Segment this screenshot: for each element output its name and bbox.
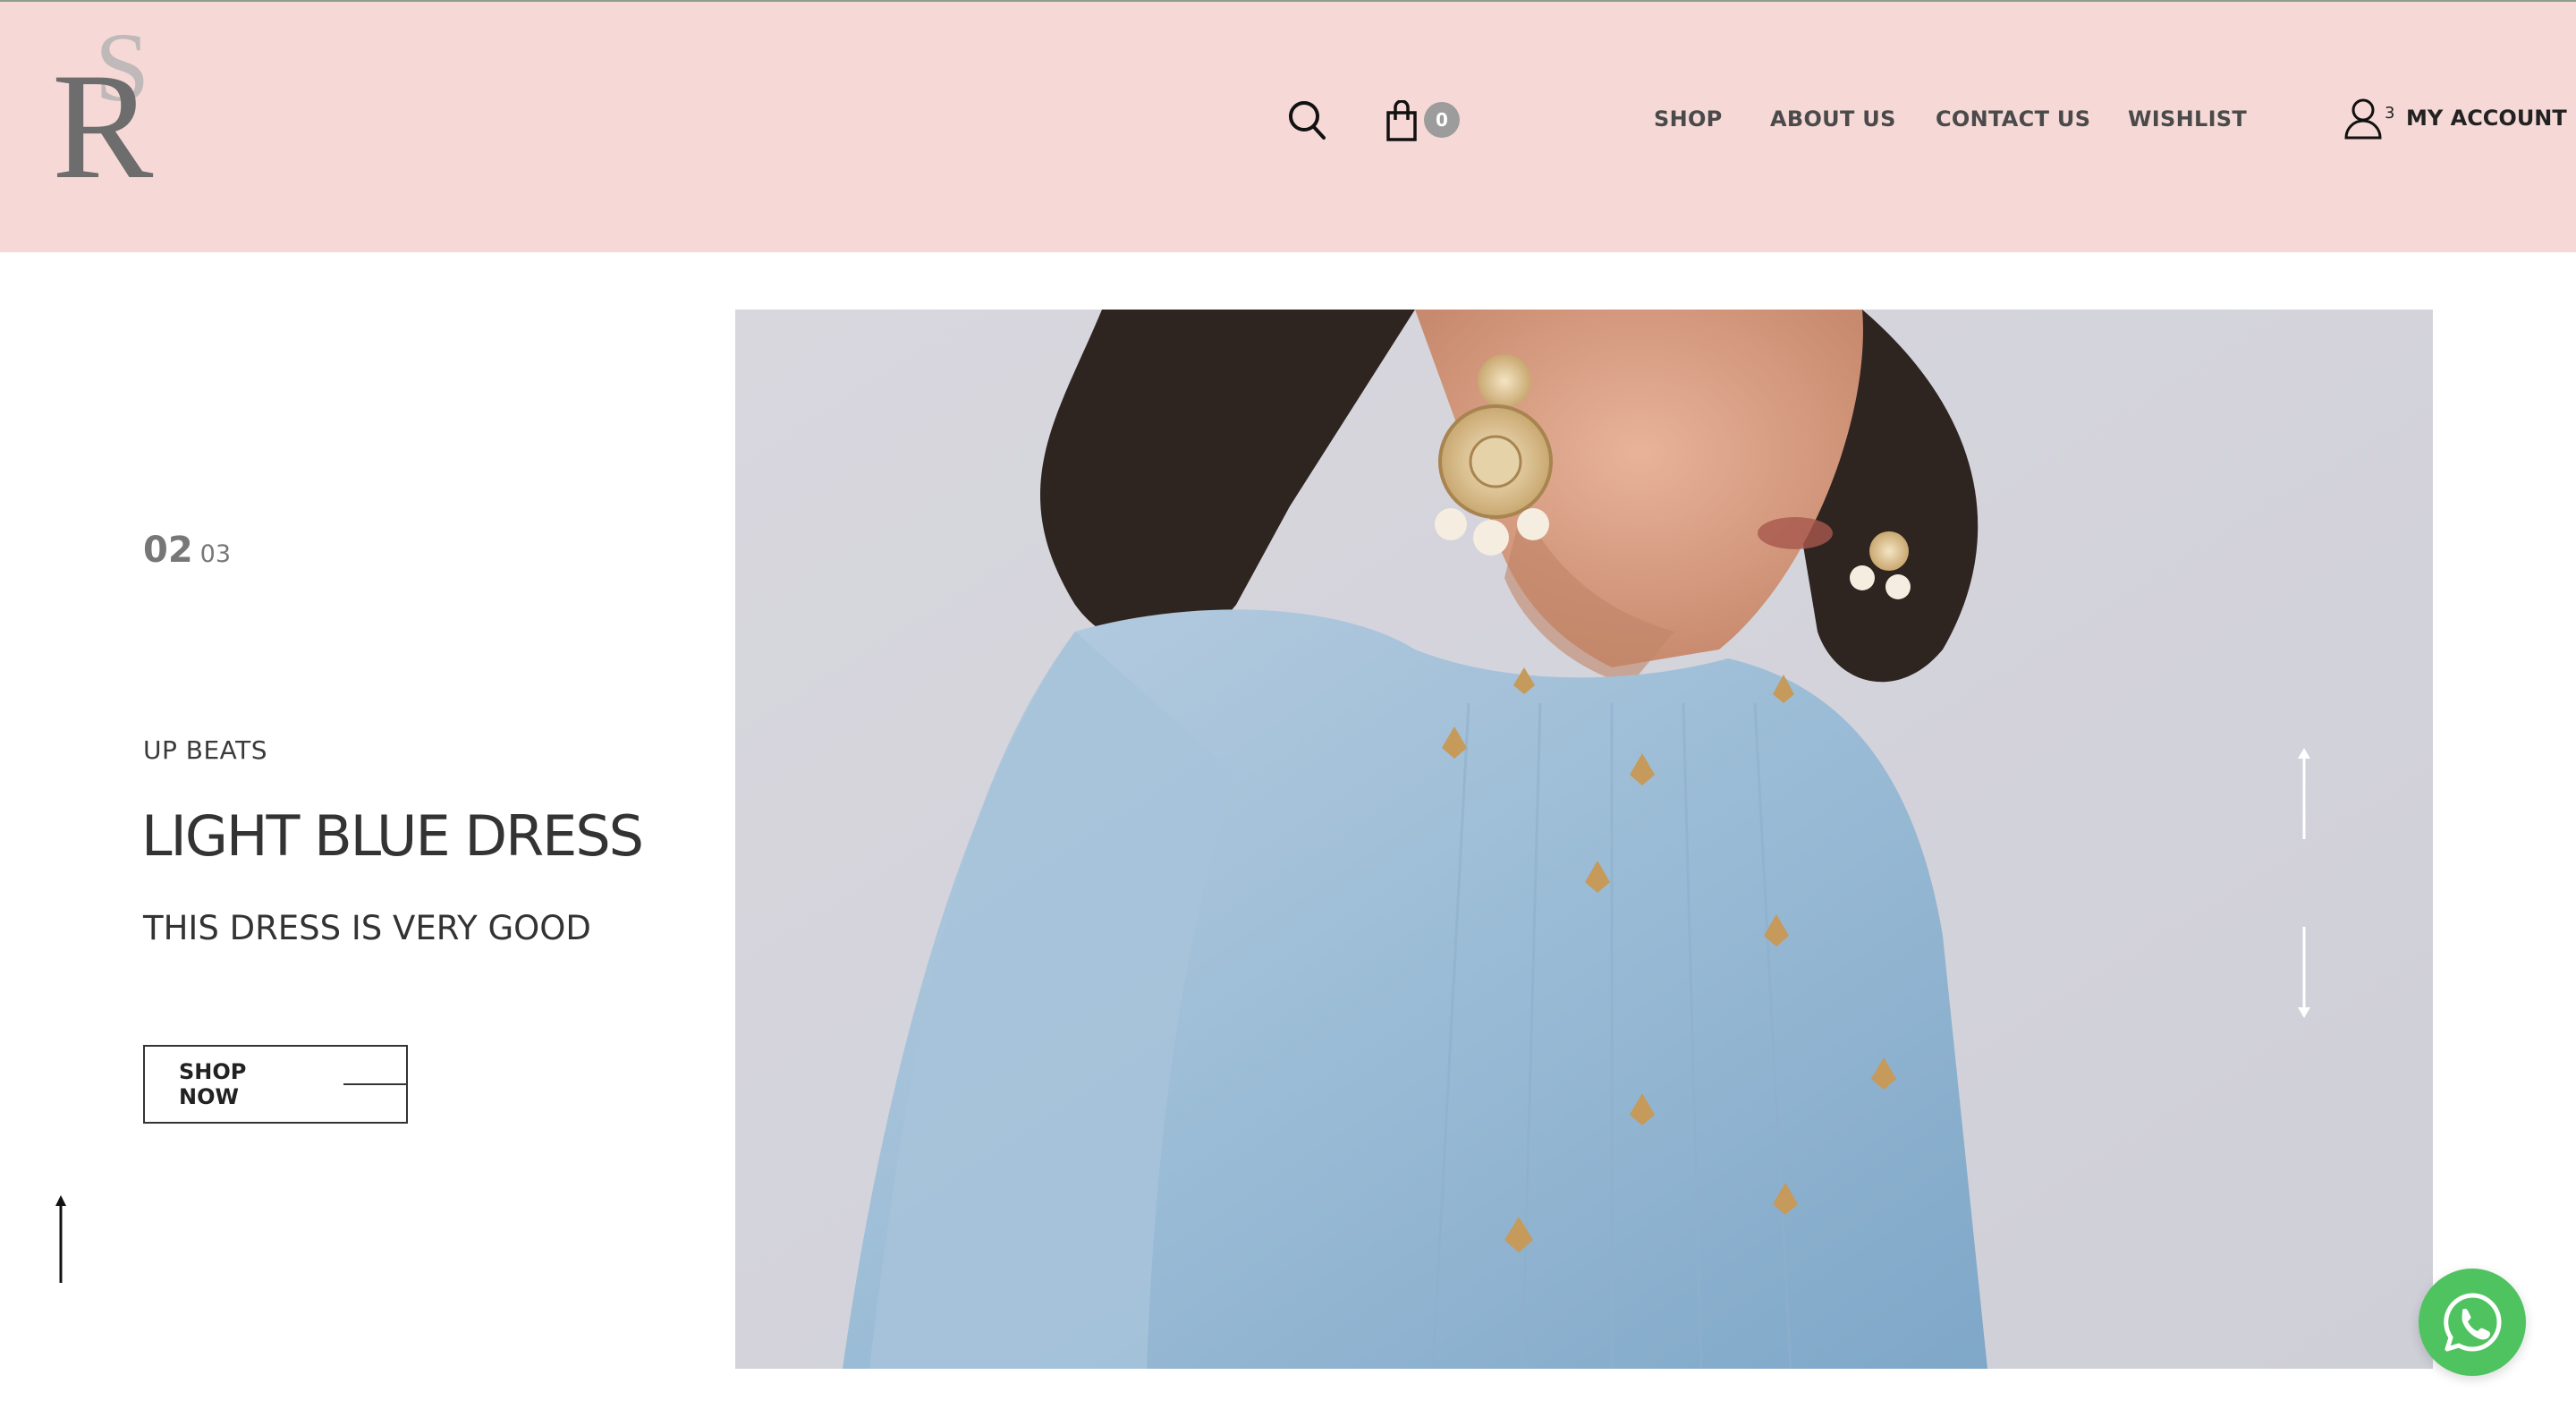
account-count: 3: [2385, 104, 2395, 123]
whatsapp-chat-button[interactable]: [2419, 1269, 2526, 1376]
hero-subtitle: THIS DRESS IS VERY GOOD: [143, 909, 591, 947]
whatsapp-icon: [2444, 1293, 2502, 1352]
slider-prev-arrow-icon[interactable]: [2293, 746, 2315, 841]
shop-now-label: SHOP NOW: [179, 1059, 247, 1109]
slider-next-arrow-icon[interactable]: [2293, 925, 2315, 1020]
slide-total: 03: [199, 540, 232, 568]
shopping-bag-icon: [1386, 100, 1417, 141]
shop-now-button[interactable]: SHOP NOW: [143, 1045, 408, 1124]
site-header: S R 0 SHOP ABOUT US CONTACT US WISHLIST …: [0, 0, 2576, 252]
nav-about-us[interactable]: ABOUT US: [1770, 106, 1896, 132]
cart-button[interactable]: [1382, 98, 1421, 143]
search-button[interactable]: [1286, 95, 1327, 145]
hero-eyebrow: UP BEATS: [143, 735, 268, 765]
slide-current: 02: [143, 530, 193, 571]
nav-shop[interactable]: SHOP: [1654, 106, 1723, 132]
slide-counter: 02 03: [143, 530, 231, 571]
brand-logo[interactable]: S R: [52, 13, 166, 210]
hero-product-image: [735, 310, 2433, 1369]
search-icon: [1289, 101, 1326, 140]
nav-wishlist[interactable]: WISHLIST: [2128, 106, 2247, 132]
shop-now-line: [343, 1083, 406, 1085]
my-account-label[interactable]: MY ACCOUNT: [2406, 106, 2567, 131]
svg-text:R: R: [52, 42, 154, 182]
user-icon: [2344, 98, 2382, 140]
scroll-top-arrow-icon[interactable]: [52, 1193, 70, 1285]
nav-contact-us[interactable]: CONTACT US: [1936, 106, 2090, 132]
hero-title: LIGHT BLUE DRESS: [141, 803, 644, 869]
cart-count-badge: 0: [1424, 102, 1460, 138]
account-link[interactable]: [2343, 97, 2383, 140]
